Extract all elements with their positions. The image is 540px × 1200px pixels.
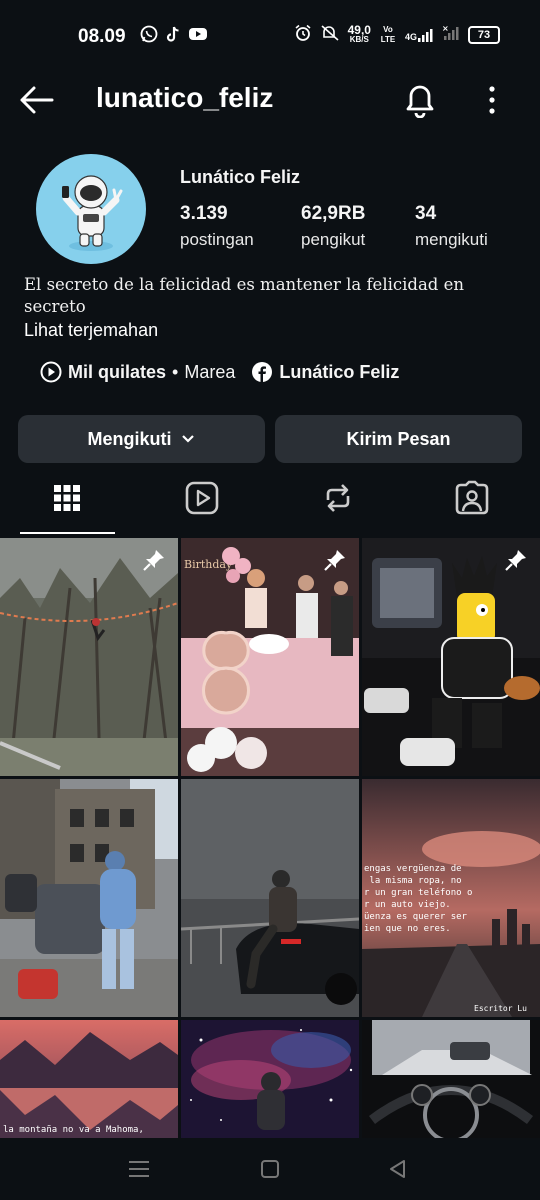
see-translation-link[interactable]: Lihat terjemahan bbox=[24, 320, 158, 341]
signal-4g-icon: 4G bbox=[405, 28, 434, 42]
pin-icon bbox=[504, 548, 528, 572]
profile-bio: El secreto de la felicidad es mantener l… bbox=[24, 275, 464, 316]
battery-indicator: 73 bbox=[468, 25, 500, 44]
net-speed-value: 49,0 bbox=[347, 22, 371, 37]
post-image bbox=[362, 538, 540, 776]
profile-links: Mil quilates • Marea Lunático Feliz bbox=[40, 358, 399, 386]
more-options-button[interactable] bbox=[480, 82, 504, 118]
send-message-label: Kirim Pesan bbox=[346, 428, 451, 449]
pin-icon bbox=[323, 548, 347, 572]
music-separator: • bbox=[172, 361, 179, 382]
home-square-icon bbox=[261, 1160, 279, 1178]
stat-following[interactable]: 34 mengikuti bbox=[415, 203, 488, 250]
post-man-on-car-fog[interactable] bbox=[181, 779, 359, 1017]
chevron-down-icon bbox=[181, 435, 194, 443]
profile-header: lunatico_feliz bbox=[0, 72, 540, 128]
play-circle-icon bbox=[40, 361, 62, 383]
back-triangle-icon bbox=[390, 1160, 405, 1178]
post-image bbox=[362, 1020, 540, 1138]
stat-followers-label: pengikut bbox=[301, 230, 366, 249]
kebab-icon bbox=[489, 86, 495, 114]
post-signature: Escritor Lu bbox=[474, 1004, 527, 1013]
bell-icon bbox=[406, 85, 434, 119]
grid-icon bbox=[54, 485, 80, 511]
tagged-person-icon bbox=[455, 480, 489, 515]
system-nav-bar bbox=[0, 1138, 540, 1200]
reels-icon bbox=[185, 481, 219, 515]
tagged-repost-icon bbox=[326, 484, 350, 512]
stat-posts-value: 3.139 bbox=[180, 203, 228, 224]
notification-button[interactable] bbox=[402, 80, 438, 119]
system-back-button[interactable] bbox=[385, 1156, 411, 1182]
youtube-icon bbox=[188, 25, 207, 43]
stat-followers-value: 62,9RB bbox=[301, 203, 366, 224]
tab-grid[interactable] bbox=[49, 480, 85, 516]
facebook-icon bbox=[251, 361, 273, 383]
post-birthday-party[interactable]: Birthday bbox=[181, 538, 359, 776]
tiktok-icon bbox=[164, 25, 182, 43]
post-cartoon-car[interactable] bbox=[362, 538, 540, 776]
post-image bbox=[0, 1020, 178, 1138]
menu-icon bbox=[129, 1161, 149, 1177]
post-image bbox=[181, 779, 359, 1017]
avatar[interactable] bbox=[36, 154, 146, 264]
home-button[interactable] bbox=[257, 1156, 283, 1182]
send-message-button[interactable]: Kirim Pesan bbox=[275, 415, 522, 463]
post-image bbox=[0, 538, 178, 776]
post-caption: engas vergüenza de la misma ropa, no r u… bbox=[364, 864, 473, 934]
alarm-icon bbox=[294, 24, 312, 45]
music-title[interactable]: Mil quilates bbox=[68, 362, 166, 383]
following-label: Mengikuti bbox=[87, 428, 172, 449]
stat-following-label: mengikuti bbox=[415, 230, 488, 249]
post-astronaut-galaxy[interactable] bbox=[181, 1020, 359, 1138]
net-speed-unit: KB/S bbox=[349, 34, 369, 44]
arrow-left-icon bbox=[20, 86, 54, 114]
status-time: 08.09 bbox=[78, 26, 126, 47]
tab-reels[interactable] bbox=[184, 480, 220, 516]
back-button[interactable] bbox=[18, 84, 54, 116]
astronaut-avatar-image bbox=[62, 175, 123, 251]
post-quote-city[interactable]: engas vergüenza de la misma ropa, no r u… bbox=[362, 779, 540, 1017]
stat-posts-label: postingan bbox=[180, 230, 254, 249]
profile-display-name: Lunático Feliz bbox=[180, 167, 301, 187]
status-bar: 08.09 49,0 KB/S Vo LTE 4G × 73 bbox=[0, 0, 540, 72]
volte-icon: Vo LTE bbox=[380, 24, 396, 44]
music-artist[interactable]: Marea bbox=[184, 362, 235, 383]
facebook-link[interactable]: Lunático Feliz bbox=[279, 362, 399, 383]
whatsapp-icon bbox=[140, 25, 158, 43]
post-mountain-lake[interactable]: la montaña no va a Mahoma, bbox=[0, 1020, 178, 1138]
pin-icon bbox=[142, 548, 166, 572]
profile-username: lunatico_feliz bbox=[96, 82, 274, 113]
post-image bbox=[0, 779, 178, 1017]
tab-tagged[interactable] bbox=[454, 480, 490, 516]
post-image bbox=[181, 1020, 359, 1138]
post-image: Birthday bbox=[181, 538, 359, 776]
post-car-dashboard[interactable] bbox=[362, 1020, 540, 1138]
stat-followers[interactable]: 62,9RB pengikut bbox=[301, 203, 365, 250]
stat-following-value: 34 bbox=[415, 203, 437, 224]
mute-icon bbox=[320, 24, 340, 45]
svg-text:×: × bbox=[442, 25, 449, 33]
post-man-with-car[interactable] bbox=[0, 779, 178, 1017]
net-speed: 49,0 KB/S bbox=[347, 22, 371, 45]
profile-tabs bbox=[0, 470, 540, 536]
recents-button[interactable] bbox=[126, 1156, 152, 1182]
active-tab-indicator bbox=[20, 532, 115, 534]
signal-icon: × bbox=[442, 24, 460, 44]
following-button[interactable]: Mengikuti bbox=[18, 415, 265, 463]
post-caption: la montaña no va a Mahoma, bbox=[3, 1125, 144, 1135]
post-forest-slackline[interactable] bbox=[0, 538, 178, 776]
post-grid: Birthday engas vergüenza de la misma rop… bbox=[0, 538, 540, 1138]
tab-reposts[interactable] bbox=[320, 480, 356, 516]
stat-posts[interactable]: 3.139 postingan bbox=[180, 203, 254, 250]
